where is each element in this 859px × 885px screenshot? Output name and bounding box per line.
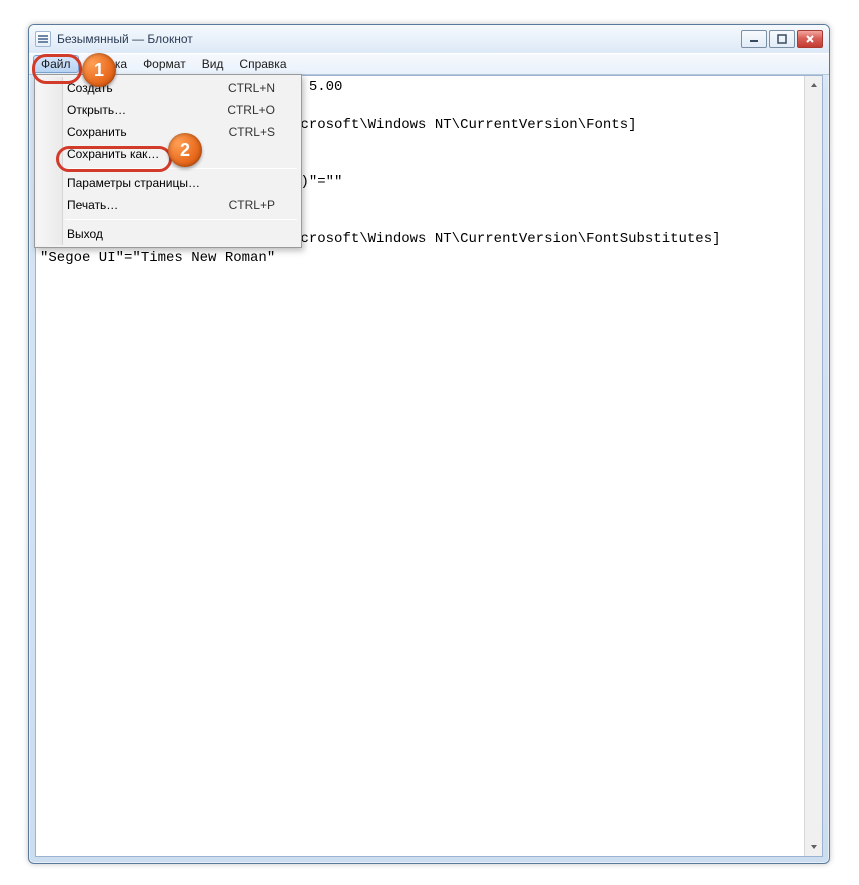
vertical-scrollbar[interactable]: [804, 76, 822, 856]
menu-item-page-setup-label: Параметры страницы…: [67, 176, 275, 190]
file-menu-dropdown: Создать CTRL+N Открыть… CTRL+O Сохранить…: [34, 74, 302, 248]
menu-file-label: Файл: [41, 57, 71, 71]
menu-item-save-label: Сохранить: [67, 125, 229, 139]
menu-item-save-shortcut: CTRL+S: [229, 125, 275, 139]
menu-item-open-label: Открыть…: [67, 103, 227, 117]
menu-item-print[interactable]: Печать… CTRL+P: [37, 194, 299, 216]
menu-item-save-as[interactable]: Сохранить как…: [37, 143, 299, 165]
scroll-down-icon[interactable]: [805, 838, 822, 856]
minimize-icon: [749, 34, 759, 44]
menu-item-new-label: Создать: [67, 81, 228, 95]
maximize-button[interactable]: [769, 30, 795, 48]
menu-item-print-label: Печать…: [67, 198, 229, 212]
menu-item-open[interactable]: Открыть… CTRL+O: [37, 99, 299, 121]
menu-view[interactable]: Вид: [194, 54, 232, 74]
menu-view-label: Вид: [202, 57, 224, 71]
menu-item-page-setup[interactable]: Параметры страницы…: [37, 172, 299, 194]
menu-item-new-shortcut: CTRL+N: [228, 81, 275, 95]
minimize-button[interactable]: [741, 30, 767, 48]
dropdown-separator: [65, 219, 297, 220]
notepad-icon: [35, 31, 51, 47]
menubar: Файл Правка Формат Вид Справка: [29, 53, 829, 75]
menu-format-label: Формат: [143, 57, 186, 71]
menu-format[interactable]: Формат: [135, 54, 194, 74]
menu-edit-label: Правка: [87, 57, 128, 71]
menu-help-label: Справка: [239, 57, 286, 71]
menu-file[interactable]: Файл: [33, 55, 79, 73]
menu-edit[interactable]: Правка: [79, 54, 136, 74]
menu-item-exit-label: Выход: [67, 227, 275, 241]
menu-item-exit[interactable]: Выход: [37, 223, 299, 245]
menu-item-save[interactable]: Сохранить CTRL+S: [37, 121, 299, 143]
dropdown-separator: [65, 168, 297, 169]
close-icon: [805, 34, 815, 44]
window-controls: [741, 30, 823, 48]
menu-item-new[interactable]: Создать CTRL+N: [37, 77, 299, 99]
menu-item-open-shortcut: CTRL+O: [227, 103, 275, 117]
close-button[interactable]: [797, 30, 823, 48]
menu-item-print-shortcut: CTRL+P: [229, 198, 275, 212]
maximize-icon: [777, 34, 787, 44]
titlebar[interactable]: Безымянный — Блокнот: [29, 25, 829, 53]
menu-help[interactable]: Справка: [231, 54, 294, 74]
window-title: Безымянный — Блокнот: [57, 32, 741, 46]
menu-item-save-as-label: Сохранить как…: [67, 147, 275, 161]
scroll-up-icon[interactable]: [805, 76, 822, 94]
